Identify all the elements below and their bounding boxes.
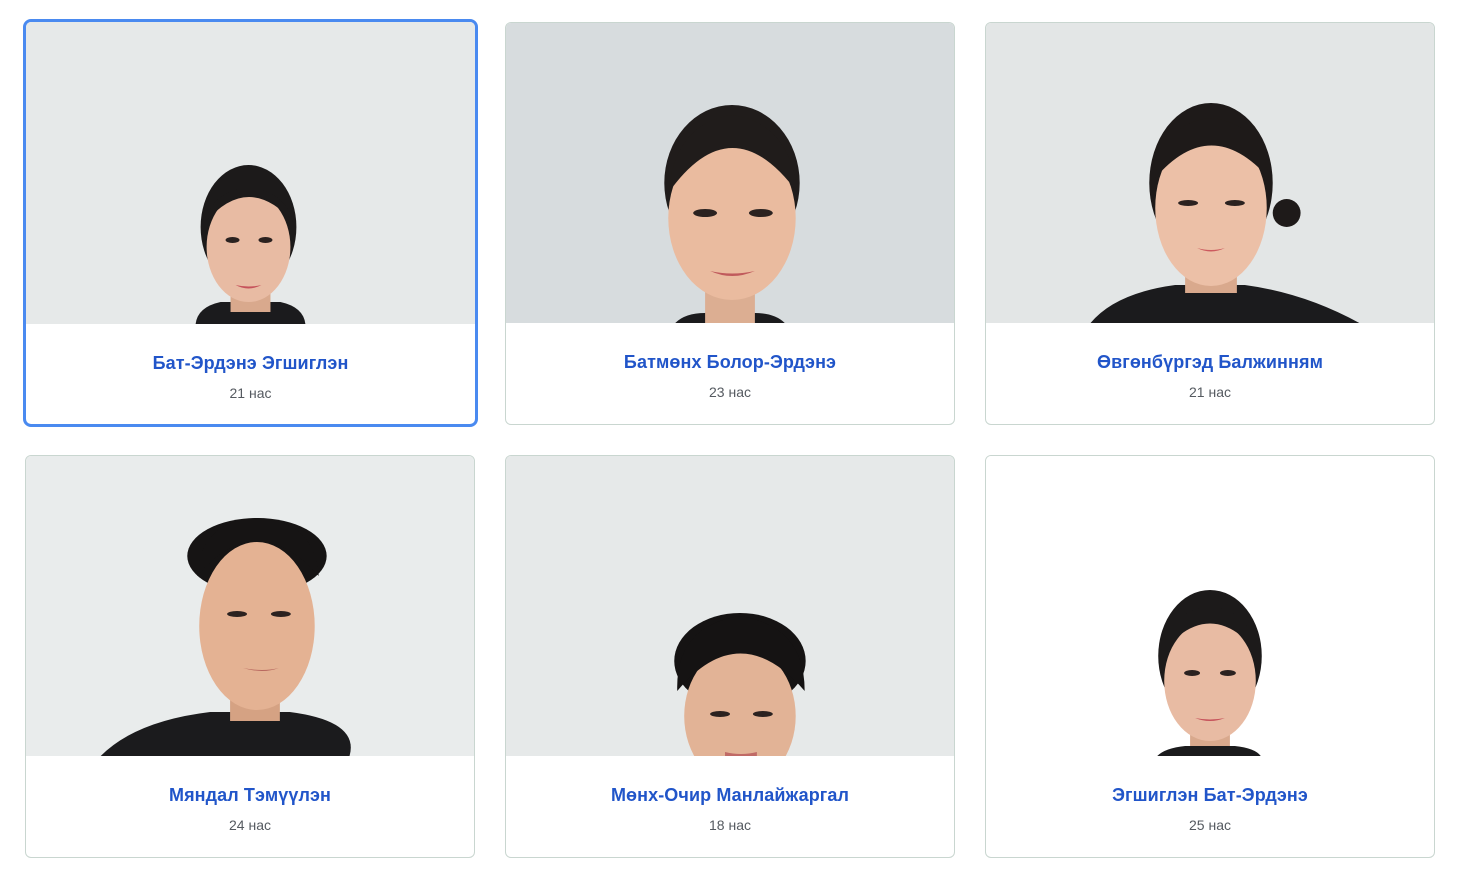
portrait-photo-icon [986, 456, 1434, 756]
person-age: 25 нас [1189, 817, 1231, 833]
person-info: Эгшиглэн Бат-Эрдэнэ 25 нас [986, 785, 1434, 833]
person-card[interactable]: Батмөнх Болор-Эрдэнэ 23 нас [505, 22, 955, 425]
person-card[interactable]: Өвгөнбүргэд Балжинням 21 нас [985, 22, 1435, 425]
person-name[interactable]: Эгшиглэн Бат-Эрдэнэ [986, 785, 1434, 806]
people-grid: Бат-Эрдэнэ Эгшиглэн 21 нас Батмөнх Болор… [0, 0, 1462, 887]
person-age: 21 нас [1189, 384, 1231, 400]
person-card[interactable]: Бат-Эрдэнэ Эгшиглэн 21 нас [23, 19, 478, 427]
person-name[interactable]: Мяндал Тэмүүлэн [26, 785, 474, 806]
portrait-photo-icon [986, 23, 1434, 323]
person-card[interactable]: Мөнх-Очир Манлайжаргал 18 нас [505, 455, 955, 858]
person-card[interactable]: Мяндал Тэмүүлэн 24 нас [25, 455, 475, 858]
person-name[interactable]: Мөнх-Очир Манлайжаргал [506, 785, 954, 806]
person-card[interactable]: Эгшиглэн Бат-Эрдэнэ 25 нас [985, 455, 1435, 858]
person-photo [986, 456, 1434, 756]
person-info: Бат-Эрдэнэ Эгшиглэн 21 нас [26, 353, 475, 401]
person-photo [26, 456, 474, 756]
person-age: 21 нас [229, 385, 272, 401]
portrait-photo-icon [506, 23, 954, 323]
person-name[interactable]: Өвгөнбүргэд Балжинням [986, 352, 1434, 373]
person-info: Өвгөнбүргэд Балжинням 21 нас [986, 352, 1434, 400]
portrait-photo-icon [26, 22, 475, 324]
person-photo [986, 23, 1434, 323]
person-age: 18 нас [709, 817, 751, 833]
person-name[interactable]: Батмөнх Болор-Эрдэнэ [506, 352, 954, 373]
person-info: Мөнх-Очир Манлайжаргал 18 нас [506, 785, 954, 833]
person-photo [506, 23, 954, 323]
person-info: Мяндал Тэмүүлэн 24 нас [26, 785, 474, 833]
person-photo [26, 22, 475, 324]
person-name[interactable]: Бат-Эрдэнэ Эгшиглэн [26, 353, 475, 374]
portrait-photo-icon [506, 456, 954, 756]
person-age: 23 нас [709, 384, 751, 400]
person-photo [506, 456, 954, 756]
person-info: Батмөнх Болор-Эрдэнэ 23 нас [506, 352, 954, 400]
person-age: 24 нас [229, 817, 271, 833]
portrait-photo-icon [26, 456, 474, 756]
